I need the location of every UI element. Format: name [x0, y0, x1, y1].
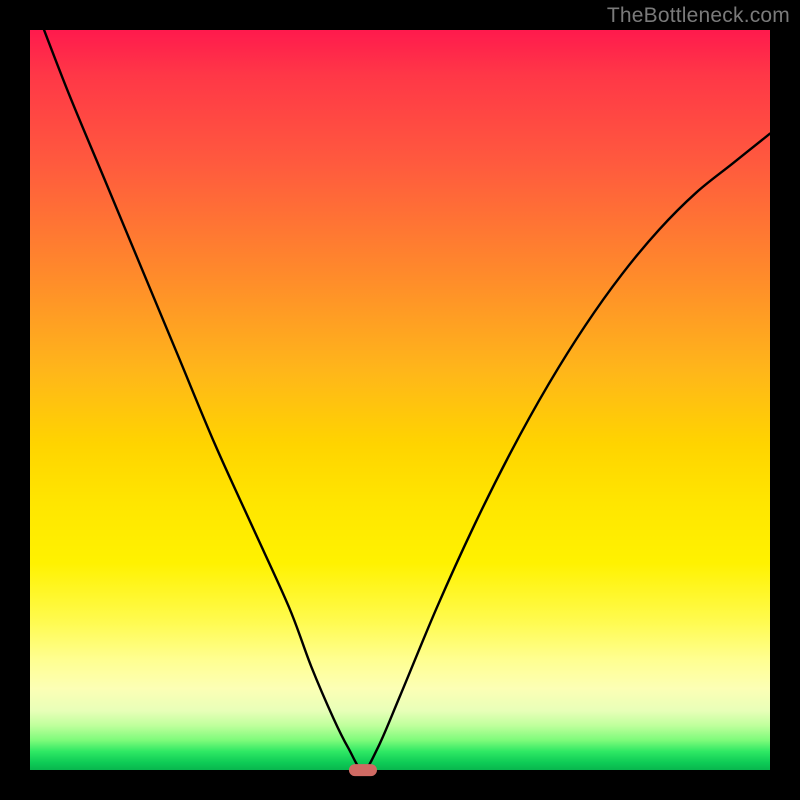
optimal-point-marker — [349, 764, 377, 776]
plot-area — [30, 30, 770, 770]
watermark-text: TheBottleneck.com — [607, 4, 790, 28]
bottleneck-curve — [30, 30, 770, 770]
chart-frame: TheBottleneck.com — [0, 0, 800, 800]
